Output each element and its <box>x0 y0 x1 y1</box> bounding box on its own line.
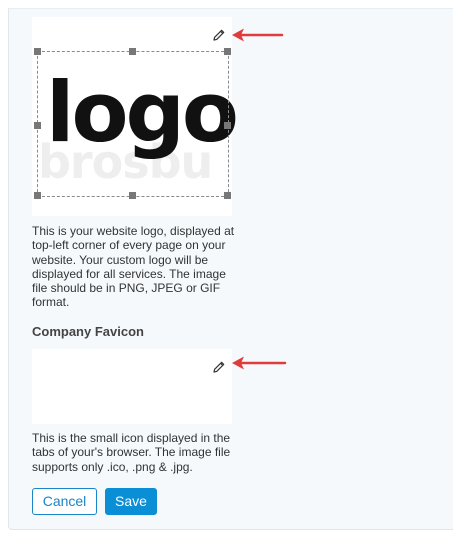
crop-handle-top-left[interactable] <box>34 48 41 55</box>
edit-favicon-pencil-icon[interactable] <box>212 360 226 374</box>
crop-handle-bottom-left[interactable] <box>34 192 41 199</box>
cancel-button[interactable]: Cancel <box>32 488 97 515</box>
crop-handle-top-right[interactable] <box>224 48 231 55</box>
crop-handle-top[interactable] <box>129 48 136 55</box>
favicon-section-title: Company Favicon <box>32 324 144 339</box>
logo-preview-box[interactable]: brosbu logo <box>32 17 239 216</box>
crop-handle-bottom-right[interactable] <box>224 192 231 199</box>
crop-handle-bottom[interactable] <box>129 192 136 199</box>
crop-handle-left[interactable] <box>34 122 41 129</box>
favicon-description: This is the small icon displayed in the … <box>32 431 231 474</box>
red-arrow-annotation <box>232 356 287 370</box>
favicon-preview-box[interactable] <box>32 349 232 424</box>
crop-handle-right[interactable] <box>224 122 231 129</box>
red-arrow-annotation <box>232 28 284 42</box>
crop-selection-box[interactable] <box>37 51 229 197</box>
edit-logo-pencil-icon[interactable] <box>212 28 226 42</box>
save-button[interactable]: Save <box>105 488 157 515</box>
logo-description: This is your website logo, displayed at … <box>32 224 235 310</box>
